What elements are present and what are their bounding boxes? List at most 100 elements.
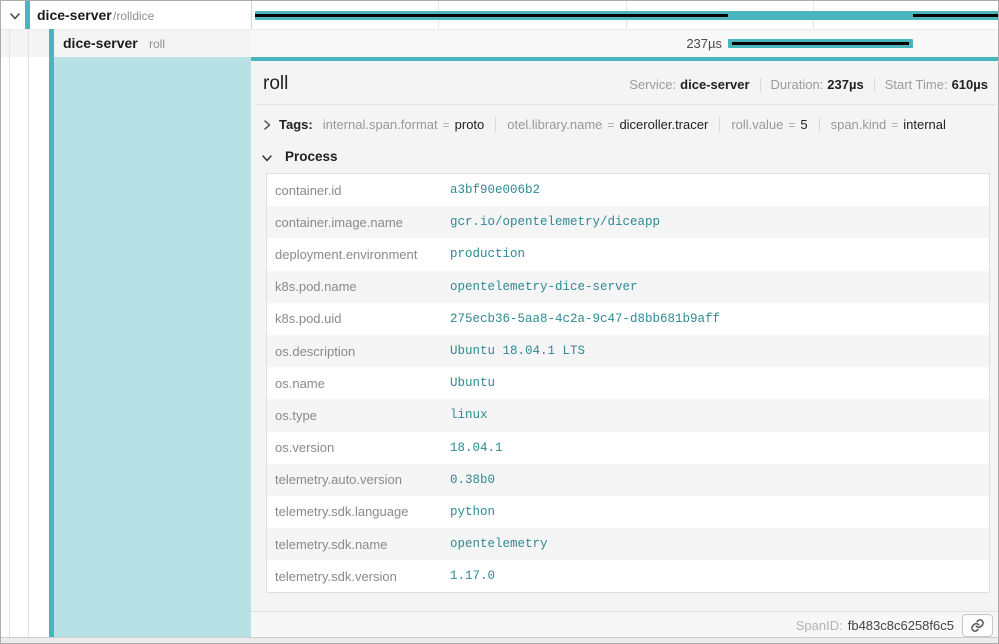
tag-chip: span.kind = internal xyxy=(831,117,946,132)
table-row: container.id a3bf90e006b2 xyxy=(267,174,989,206)
tag-equals: = xyxy=(607,118,614,132)
tag-separator xyxy=(495,117,496,132)
tag-chip: otel.library.name = diceroller.tracer xyxy=(507,117,708,132)
table-row: telemetry.auto.version 0.38b0 xyxy=(267,464,989,496)
row-divider xyxy=(1,29,998,30)
tags-accordion[interactable]: Tags: internal.span.format = proto otel.… xyxy=(261,117,988,132)
tag-chip: roll.value = 5 xyxy=(731,117,807,132)
selected-span-fill xyxy=(54,57,251,638)
critical-path-segment xyxy=(913,14,999,17)
process-label: Process xyxy=(285,149,338,164)
link-icon xyxy=(970,618,985,633)
tag-equals: = xyxy=(891,118,898,132)
kv-value: 1.17.0 xyxy=(450,569,981,583)
kv-key: os.version xyxy=(275,440,450,455)
span-id-value: fb483c8c6258f6c5 xyxy=(848,618,954,633)
span-meta: Service: dice-server Duration: 237µs Sta… xyxy=(629,77,988,92)
table-row: telemetry.sdk.name opentelemetry xyxy=(267,528,989,560)
kv-key: telemetry.sdk.version xyxy=(275,569,450,584)
table-row: deployment.environment production xyxy=(267,238,989,270)
span-detail-footer: SpanID: fb483c8c6258f6c5 xyxy=(251,611,999,638)
table-row: os.description Ubuntu 18.04.1 LTS xyxy=(267,335,989,367)
span-detail-header: roll Service: dice-server Duration: 237µ… xyxy=(251,61,999,95)
kv-key: container.id xyxy=(275,183,450,198)
chevron-down-icon[interactable] xyxy=(8,9,22,23)
span-detail-panel: roll Service: dice-server Duration: 237µ… xyxy=(251,57,999,638)
kv-value: opentelemetry xyxy=(450,537,981,551)
table-row: container.image.name gcr.io/opentelemetr… xyxy=(267,206,989,238)
tag-key: span.kind xyxy=(831,117,887,132)
start-time-value: 610µs xyxy=(952,77,988,92)
tag-key: roll.value xyxy=(731,117,783,132)
tag-value: internal xyxy=(903,117,946,132)
kv-value: Ubuntu xyxy=(450,376,981,390)
span-name-cell[interactable]: dice-server /rolldice xyxy=(1,1,251,29)
duration-value: 237µs xyxy=(827,77,863,92)
table-row: k8s.pod.name opentelemetry-dice-server xyxy=(267,271,989,303)
span-duration-label: 237µs xyxy=(611,36,722,51)
chevron-right-icon xyxy=(261,119,273,131)
table-row: k8s.pod.uid 275ecb36-5aa8-4c2a-9c47-d8bb… xyxy=(267,303,989,335)
kv-key: os.name xyxy=(275,376,450,391)
table-row: os.name Ubuntu xyxy=(267,367,989,399)
span-name-cell[interactable]: dice-server roll xyxy=(1,29,251,57)
start-time-label: Start Time: xyxy=(885,77,948,92)
span-operation-title: roll xyxy=(263,73,288,95)
service-value: dice-server xyxy=(680,77,749,92)
kv-value: linux xyxy=(450,408,981,422)
critical-path-segment xyxy=(255,14,728,17)
kv-key: k8s.pod.uid xyxy=(275,311,450,326)
operation-name: /rolldice xyxy=(113,9,154,23)
kv-key: telemetry.sdk.language xyxy=(275,504,450,519)
jaeger-trace-detail-view: dice-server /rolldice dice-server roll 2… xyxy=(0,0,999,644)
kv-value: gcr.io/opentelemetry/diceapp xyxy=(450,215,981,229)
chevron-down-icon xyxy=(261,151,273,163)
duration-label: Duration: xyxy=(771,77,824,92)
span-row-rolldice: dice-server /rolldice xyxy=(1,1,998,29)
critical-path-segment xyxy=(732,42,909,45)
kv-key: container.image.name xyxy=(275,215,450,230)
table-row: telemetry.sdk.language python xyxy=(267,496,989,528)
indent-guide xyxy=(9,29,10,638)
kv-key: os.description xyxy=(275,344,450,359)
tag-value: proto xyxy=(455,117,485,132)
tag-equals: = xyxy=(443,118,450,132)
tag-equals: = xyxy=(788,118,795,132)
tag-key: internal.span.format xyxy=(323,117,438,132)
span-timeline-cell: 237µs xyxy=(251,29,999,57)
table-row: os.version 18.04.1 xyxy=(267,432,989,464)
kv-value: a3bf90e006b2 xyxy=(450,183,981,197)
meta-separator xyxy=(874,78,875,92)
meta-separator xyxy=(760,78,761,92)
kv-key: k8s.pod.name xyxy=(275,279,450,294)
tag-separator xyxy=(719,117,720,132)
table-row: os.type linux xyxy=(267,399,989,431)
kv-value: 0.38b0 xyxy=(450,473,981,487)
kv-key: os.type xyxy=(275,408,450,423)
tag-separator xyxy=(819,117,820,132)
span-row-roll: dice-server roll 237µs xyxy=(1,29,998,57)
kv-key: telemetry.sdk.name xyxy=(275,537,450,552)
process-accordion[interactable]: Process xyxy=(261,149,988,164)
span-id-label: SpanID: xyxy=(796,618,843,633)
service-name: dice-server xyxy=(37,7,112,23)
table-row: telemetry.sdk.version 1.17.0 xyxy=(267,560,989,592)
copy-link-button[interactable] xyxy=(962,614,993,637)
process-key-value-table: container.id a3bf90e006b2 container.imag… xyxy=(266,173,990,593)
tag-value: 5 xyxy=(800,117,807,132)
tag-value: diceroller.tracer xyxy=(619,117,708,132)
span-timeline-cell xyxy=(251,1,999,29)
operation-name: roll xyxy=(149,37,165,51)
indent-guide xyxy=(28,29,29,638)
kv-value: 275ecb36-5aa8-4c2a-9c47-d8bb681b9aff xyxy=(450,312,981,326)
kv-value: 18.04.1 xyxy=(450,441,981,455)
service-label: Service: xyxy=(629,77,676,92)
header-divider xyxy=(255,104,996,105)
kv-value: python xyxy=(450,505,981,519)
kv-key: telemetry.auto.version xyxy=(275,472,450,487)
kv-value: opentelemetry-dice-server xyxy=(450,280,981,294)
kv-key: deployment.environment xyxy=(275,247,450,262)
service-name: dice-server xyxy=(63,35,138,51)
page-bottom-strip xyxy=(1,637,998,643)
tag-key: otel.library.name xyxy=(507,117,602,132)
